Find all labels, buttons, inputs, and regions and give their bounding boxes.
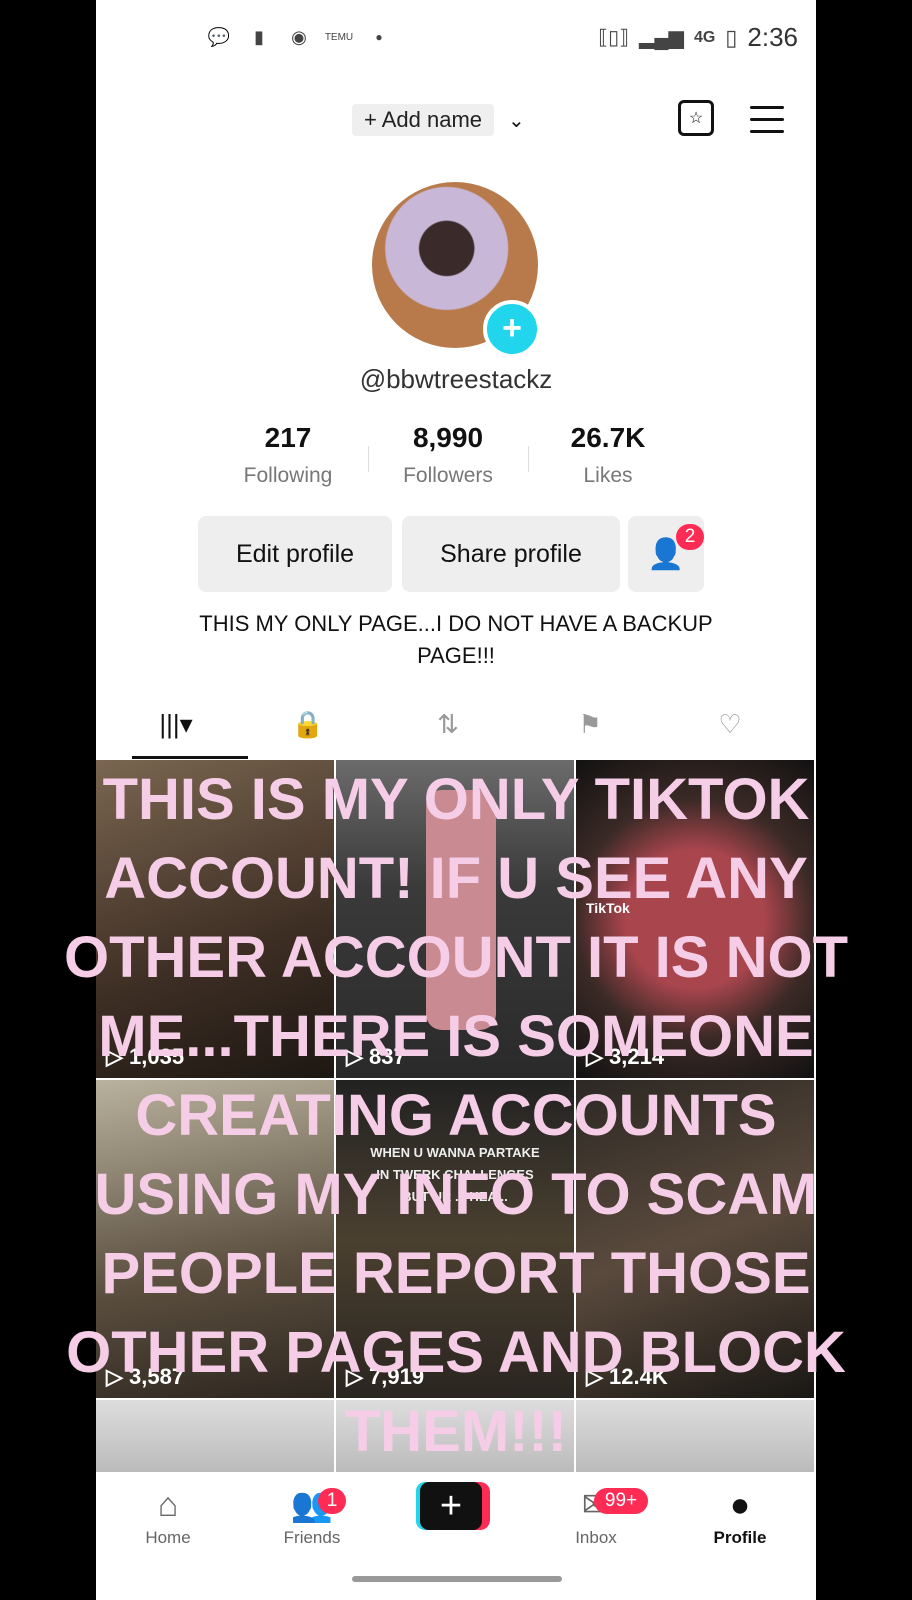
stat-likes[interactable]: 26.7K Likes (528, 422, 688, 488)
nav-home[interactable]: ⌂ Home (118, 1482, 218, 1548)
inbox-badge: 99+ (594, 1488, 648, 1514)
signal-icon: ▂▄▆ (639, 27, 684, 49)
lock-icon: 🔒 (291, 708, 325, 739)
likes-label: Likes (583, 464, 633, 487)
following-label: Following (243, 464, 333, 487)
menu-icon[interactable] (750, 106, 784, 142)
edit-profile-button[interactable]: Edit profile (198, 516, 392, 592)
likes-count: 26.7K (570, 422, 646, 453)
calendar-star-icon[interactable]: ☆ (678, 100, 714, 136)
status-bar: 💬 ▮ ◉ TEMU ● ⟦▯⟧ ▂▄▆ 4G ▯ 2:36 (96, 0, 816, 78)
tab-reposts[interactable]: ⇅ (418, 704, 478, 744)
nav-friends[interactable]: 👥 Friends (262, 1482, 362, 1548)
nav-home-label: Home (145, 1528, 191, 1547)
profile-topbar: + Add name ⌄ ☆ (96, 100, 816, 142)
home-indicator[interactable] (352, 1576, 562, 1582)
tab-private[interactable]: 🔒 (278, 704, 338, 744)
battery-alert-icon: ▮ (254, 26, 264, 47)
dot-icon: ● (375, 30, 383, 44)
create-button[interactable]: + (416, 1482, 490, 1530)
friends-icon: 👥 (290, 1486, 334, 1524)
grid-icon: |||▾ (159, 708, 193, 739)
plus-icon: + (420, 1482, 482, 1530)
network-label: 4G (693, 28, 716, 46)
bio-text: THIS MY ONLY PAGE...I DO NOT HAVE A BACK… (199, 611, 713, 668)
friends-badge: 1 (318, 1488, 346, 1514)
stat-following[interactable]: 217 Following (208, 422, 368, 488)
tab-videos[interactable]: |||▾ (146, 704, 206, 744)
add-story-icon[interactable]: + (483, 300, 541, 358)
home-icon: ⌂ (157, 1486, 179, 1524)
nav-inbox-label: Inbox (575, 1528, 617, 1547)
vibrate-icon: ⟦▯⟧ (598, 27, 629, 49)
chevron-down-icon[interactable]: ⌄ (508, 108, 525, 133)
tab-favorites[interactable]: ⚑ (560, 704, 620, 744)
content-tabs: |||▾ 🔒 ⇅ ⚑ ♡ (96, 700, 816, 760)
heart-hidden-icon: ♡ (718, 708, 742, 739)
friends-request-badge: 2 (676, 524, 704, 550)
share-profile-button[interactable]: Share profile (402, 516, 620, 592)
following-count: 217 (264, 422, 312, 453)
bookmark-icon: ⚑ (578, 708, 602, 739)
nav-profile[interactable]: ● Profile (690, 1482, 790, 1548)
battery-icon: ▯ (725, 24, 738, 50)
clock: 2:36 (747, 22, 798, 52)
temu-icon: TEMU (324, 31, 354, 43)
active-tab-indicator (132, 756, 248, 759)
stat-divider (528, 446, 529, 472)
chat-icon: 💬 (207, 26, 231, 47)
tab-liked[interactable]: ♡ (700, 704, 760, 744)
nav-friends-label: Friends (283, 1528, 341, 1547)
stat-followers[interactable]: 8,990 Followers (368, 422, 528, 488)
nav-profile-label: Profile (713, 1528, 767, 1547)
messenger-icon: ◉ (291, 26, 307, 47)
username: @bbwtreestackz (359, 364, 553, 394)
stat-divider (368, 446, 369, 472)
repost-icon: ⇅ (437, 708, 459, 739)
add-name-button[interactable]: + Add name (352, 104, 495, 136)
followers-count: 8,990 (412, 422, 484, 453)
followers-label: Followers (403, 464, 493, 487)
profile-icon: ● (729, 1486, 751, 1524)
warning-overlay-text: THIS IS MY ONLY TIKTOK ACCOUNT! IF U SEE… (63, 767, 849, 1464)
